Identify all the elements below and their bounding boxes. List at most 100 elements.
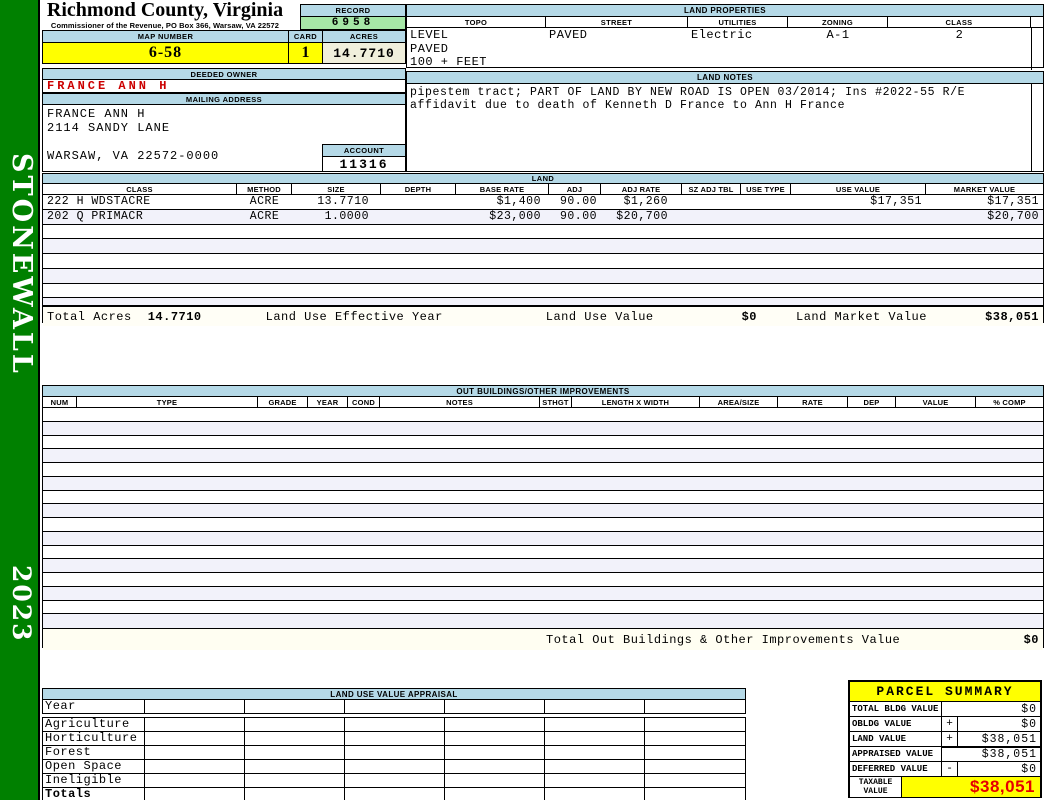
appraisal-cell [245,774,345,787]
appraisal-cell [545,746,645,759]
appraisal-cell [645,760,745,773]
appraisal-row: Year [42,700,746,714]
appraisal-cell [245,718,345,731]
outbuildings-column-header: RATE [778,397,848,407]
appraisal-row: Horticulture [43,732,745,746]
utilities-value: Electric [691,28,753,42]
appraisal-cell [545,700,645,713]
appraisal-rows: Agriculture Horticulture Forest Open Spa… [42,717,746,800]
land-cell-class: 222 H WDSTACRE [47,195,151,209]
appraisal-row: Open Space [43,760,745,774]
land-cell-adj-rate: $20,700 [616,210,668,224]
mailing-address-line: FRANCE ANN H [47,107,146,121]
outbuildings-column-header: VALUE [896,397,976,407]
land-cell-size: 13.7710 [317,195,369,209]
summary-row-right: - $0 [942,762,1040,776]
column-header-street: STREET [546,17,688,27]
land-column-header: SZ ADJ TBL [682,184,741,194]
map-number-value: 6-58 [43,43,288,63]
appraisal-cell [245,760,345,773]
land-cell-use-value: $17,351 [870,195,922,209]
deeded-owner-box: DEEDED OWNER FRANCE ANN H [42,68,406,93]
land-empty-row [43,225,1043,240]
appraisal-cell [445,718,545,731]
land-notes-text: pipestem tract; PART OF LAND BY NEW ROAD… [410,86,966,112]
appraisal-row-label: Horticulture [43,732,145,745]
column-header-topo: TOPO [407,17,546,27]
land-cell-adj-rate: $1,260 [623,195,668,209]
appraisal-cell [245,700,345,713]
outbuildings-total-row: Total Out Buildings & Other Improvements… [43,628,1043,650]
outbuildings-title: OUT BUILDINGS/OTHER IMPROVEMENTS [43,386,1043,397]
topo-value-line: LEVEL [410,28,449,42]
appraisal-row: Ineligible [43,774,745,788]
land-use-effective-year-label: Land Use Effective Year [265,309,443,324]
summary-row: DEFERRED VALUE - $0 [850,762,1040,777]
land-properties-values: LEVEL PAVED 100 + FEET PAVED Electric A-… [407,28,1043,70]
summary-row-label: DEFERRED VALUE [850,762,942,776]
appraisal-cell [645,718,745,731]
outbuildings-column-header: DEP [848,397,896,407]
card-cell: CARD 1 [288,30,322,64]
appraisal-cell [545,788,645,800]
outbuildings-column-header: GRADE [258,397,308,407]
summary-row-label: OBLDG VALUE [850,717,942,731]
appraisal-row: Totals [43,788,745,800]
county-subtitle: Commissioner of the Revenue, PO Box 366,… [50,21,280,30]
land-empty-row [43,239,1043,254]
class-value: 2 [955,28,964,42]
appraisal-row-label: Open Space [43,760,145,773]
outbuildings-column-header: % COMP [993,397,1026,407]
mailing-address-line: 2114 SANDY LANE [47,121,171,135]
land-empty-row [43,284,1043,299]
appraisal-row-label: Agriculture [43,718,145,731]
appraisal-cell [445,746,545,759]
county-header: Richmond County, Virginia Commissioner o… [42,0,288,30]
appraisal-cell [445,700,545,713]
record-label: RECORD [301,5,405,17]
column-header-class: CLASS [888,17,1031,27]
land-cell-method: ACRE [249,195,280,209]
outbuildings-empty-row [43,531,1043,546]
land-cell-class: 202 Q PRIMACR [47,210,144,224]
outbuildings-empty-row [43,436,1043,450]
land-title: LAND [43,174,1043,184]
appraisal-cell [145,718,245,731]
appraisal-cell [545,732,645,745]
record-value: 6958 [301,17,405,29]
outbuildings-empty-row [43,559,1043,573]
land-market-value-label: Land Market Value [796,309,927,324]
parcel-summary-title: PARCEL SUMMARY [850,682,1040,702]
appraisal-cell [145,746,245,759]
appraisal-cell [345,788,445,800]
outbuildings-column-header: NUM [43,397,77,407]
summary-row-label: LAND VALUE [850,732,942,746]
street-value: PAVED [549,28,588,42]
outbuildings-column-header: TYPE [77,397,258,407]
card-label: CARD [289,31,322,43]
land-cell-adj: 90.00 [559,210,597,224]
summary-row-label: APPRAISED VALUE [850,747,942,761]
tax-year-label: 2023 [7,565,36,643]
appraisal-cell [345,718,445,731]
appraisal-cell [645,746,745,759]
outbuildings-header-row: NUM TYPE GRADE YEAR COND NOTES STHGT LEN… [43,397,1043,408]
acres-label: ACRES [323,31,405,43]
land-cell-market-value: $17,351 [987,195,1039,209]
summary-row-op: - [942,762,958,776]
summary-row: APPRAISED VALUE $38,051 [850,746,1040,762]
total-acres-label: Total Acres [47,309,132,324]
land-notes-section: LAND NOTES pipestem tract; PART OF LAND … [406,71,1044,172]
land-cell-size: 1.0000 [324,210,369,224]
account-value: 11316 [339,156,389,172]
account-box: ACCOUNT 11316 [322,144,406,172]
land-column-header: BASE RATE [456,184,549,194]
land-use-value-label: Land Use Value [545,309,654,324]
outbuildings-column-header: STHGT [540,397,572,407]
land-empty-row [43,254,1043,269]
land-cell-adj: 90.00 [559,195,597,209]
outbuildings-empty-row [43,614,1043,628]
land-empty-row [43,268,1043,284]
land-cell-market-value: $20,700 [987,210,1039,224]
appraisal-cell [545,760,645,773]
